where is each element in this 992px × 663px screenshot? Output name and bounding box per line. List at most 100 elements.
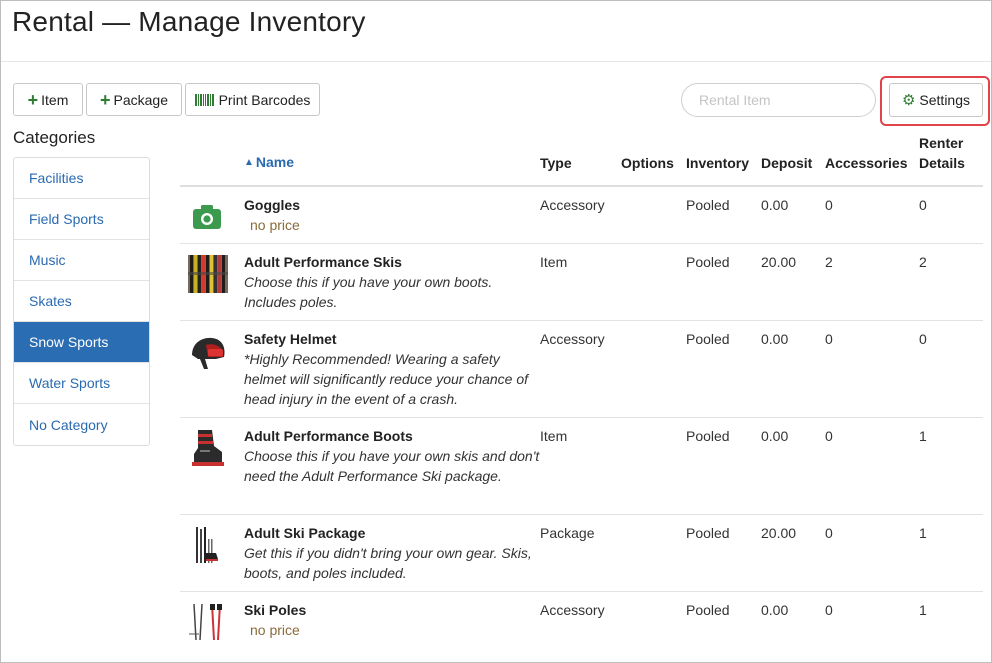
barcode-icon xyxy=(194,93,215,106)
name-column-header[interactable]: ▲ Name xyxy=(244,133,540,187)
accessories-column-header: Accessories xyxy=(825,133,919,187)
settings-button[interactable]: ⚙ Settings xyxy=(889,83,983,117)
item-name-cell[interactable]: Adult Performance Boots Choose this if y… xyxy=(244,417,540,515)
renter-details-column-header: Renter Details xyxy=(919,133,983,187)
type-column-header: Type xyxy=(540,133,621,187)
options-column-header: Options xyxy=(621,133,686,187)
item-accessories: 0 xyxy=(825,601,833,618)
item-deposit: 0.00 xyxy=(761,417,825,515)
settings-label: Settings xyxy=(919,92,971,108)
inventory-table: ▲ Name Type Options Inventory Deposit Acc… xyxy=(180,133,983,651)
item-inventory: Pooled xyxy=(686,417,761,515)
item-deposit: 0.00 xyxy=(761,320,825,418)
table-row[interactable]: Goggles no price Accessory Pooled 0.00 0… xyxy=(180,186,983,244)
ski-poles-photo xyxy=(189,603,222,640)
ski-package-photo xyxy=(196,526,218,563)
item-inventory: Pooled xyxy=(686,514,761,592)
item-type: Package xyxy=(540,514,621,592)
item-image-cell xyxy=(180,417,244,515)
item-options xyxy=(621,186,686,244)
plus-icon: + xyxy=(27,89,39,110)
item-accessories: 0 xyxy=(825,320,919,418)
item-inventory: Pooled xyxy=(686,186,761,244)
item-deposit: 0.00 xyxy=(761,601,789,618)
table-row[interactable]: Adult Performance Boots Choose this if y… xyxy=(180,417,983,515)
item-name-cell[interactable]: Safety Helmet *Highly Recommended! Weari… xyxy=(244,320,540,418)
gear-icon: ⚙ xyxy=(901,92,916,109)
plus-icon: + xyxy=(100,89,111,110)
item-image-cell xyxy=(180,320,244,418)
item-name[interactable]: Goggles xyxy=(244,195,540,215)
header-divider xyxy=(1,61,991,62)
item-name[interactable]: Adult Performance Skis xyxy=(244,252,540,272)
item-inventory: Pooled xyxy=(686,601,730,618)
item-name[interactable]: Adult Ski Package xyxy=(244,523,540,543)
helmet-photo xyxy=(192,337,225,369)
item-price-note: no price xyxy=(250,621,300,638)
item-name-cell[interactable]: Adult Ski Package Get this if you didn't… xyxy=(244,514,540,592)
table-row[interactable]: Adult Performance Skis Choose this if yo… xyxy=(180,243,983,321)
item-renter-details: 1 xyxy=(919,601,927,618)
item-inventory: Pooled xyxy=(686,320,761,418)
add-item-button[interactable]: + Item xyxy=(13,83,83,116)
item-renter-details: 1 xyxy=(919,514,983,592)
item-renter-details: 1 xyxy=(919,417,983,515)
category-item-facilities[interactable]: Facilities xyxy=(14,158,149,199)
item-type: Item xyxy=(540,417,621,515)
item-name[interactable]: Adult Performance Boots xyxy=(244,426,540,446)
item-description: Get this if you didn't bring your own ge… xyxy=(244,544,532,581)
item-image-cell xyxy=(180,591,244,651)
item-description: *Highly Recommended! Wearing a safety he… xyxy=(244,350,529,407)
item-renter-details: 0 xyxy=(919,320,983,418)
item-options xyxy=(621,243,686,321)
deposit-column-header: Deposit xyxy=(761,133,825,187)
rental-item-search-input[interactable] xyxy=(681,83,876,117)
table-header-row: ▲ Name Type Options Inventory Deposit Acc… xyxy=(180,133,983,187)
table-row[interactable]: Safety Helmet *Highly Recommended! Weari… xyxy=(180,320,983,418)
item-image-cell xyxy=(180,186,244,244)
page-title: Rental — Manage Inventory xyxy=(12,6,366,37)
item-accessories: 2 xyxy=(825,243,919,321)
item-options xyxy=(621,417,686,515)
item-image-cell xyxy=(180,243,244,321)
item-name[interactable]: Ski Poles xyxy=(244,600,540,620)
ski-boot-photo xyxy=(192,429,224,466)
image-column-header xyxy=(180,133,244,187)
item-type: Accessory xyxy=(540,186,621,244)
table-row[interactable]: Adult Ski Package Get this if you didn't… xyxy=(180,514,983,592)
add-package-button[interactable]: + Package xyxy=(86,83,182,116)
add-item-label: Item xyxy=(41,91,69,108)
category-item-music[interactable]: Music xyxy=(14,240,149,281)
item-renter-details: 2 xyxy=(919,243,983,321)
item-accessories: 0 xyxy=(825,514,919,592)
item-type: Accessory xyxy=(540,601,605,618)
item-image-cell xyxy=(180,514,244,592)
item-description: Choose this if you have your own skis an… xyxy=(244,447,540,484)
category-item-no-category[interactable]: No Category xyxy=(14,404,149,445)
category-item-skates[interactable]: Skates xyxy=(14,281,149,322)
add-package-label: Package xyxy=(113,91,168,108)
item-name-cell[interactable]: Adult Performance Skis Choose this if yo… xyxy=(244,243,540,321)
skis-photo xyxy=(188,254,228,293)
inventory-column-header: Inventory xyxy=(686,133,761,187)
item-name[interactable]: Safety Helmet xyxy=(244,329,540,349)
print-barcodes-button[interactable]: Print Barcodes xyxy=(185,83,320,116)
item-name-cell[interactable]: Ski Poles no price xyxy=(244,591,540,651)
category-item-field-sports[interactable]: Field Sports xyxy=(14,199,149,240)
item-accessories: 0 xyxy=(825,417,919,515)
item-renter-details: 0 xyxy=(919,186,983,244)
sort-ascending-icon: ▲ xyxy=(244,157,254,168)
item-deposit: 20.00 xyxy=(761,243,825,321)
item-name-cell[interactable]: Goggles no price xyxy=(244,186,540,244)
item-type: Accessory xyxy=(540,320,621,418)
item-type: Item xyxy=(540,243,621,321)
category-item-snow-sports[interactable]: Snow Sports xyxy=(14,322,149,363)
category-item-water-sports[interactable]: Water Sports xyxy=(14,363,149,404)
item-deposit: 20.00 xyxy=(761,514,825,592)
item-accessories: 0 xyxy=(825,186,919,244)
item-description: Choose this if you have your own boots. … xyxy=(244,273,493,310)
table-row[interactable]: Ski Poles no price Accessory Pooled 0.00… xyxy=(180,591,983,651)
category-list: Facilities Field Sports Music Skates Sno… xyxy=(13,157,150,446)
item-price-note: no price xyxy=(250,217,300,233)
categories-heading: Categories xyxy=(13,128,96,147)
